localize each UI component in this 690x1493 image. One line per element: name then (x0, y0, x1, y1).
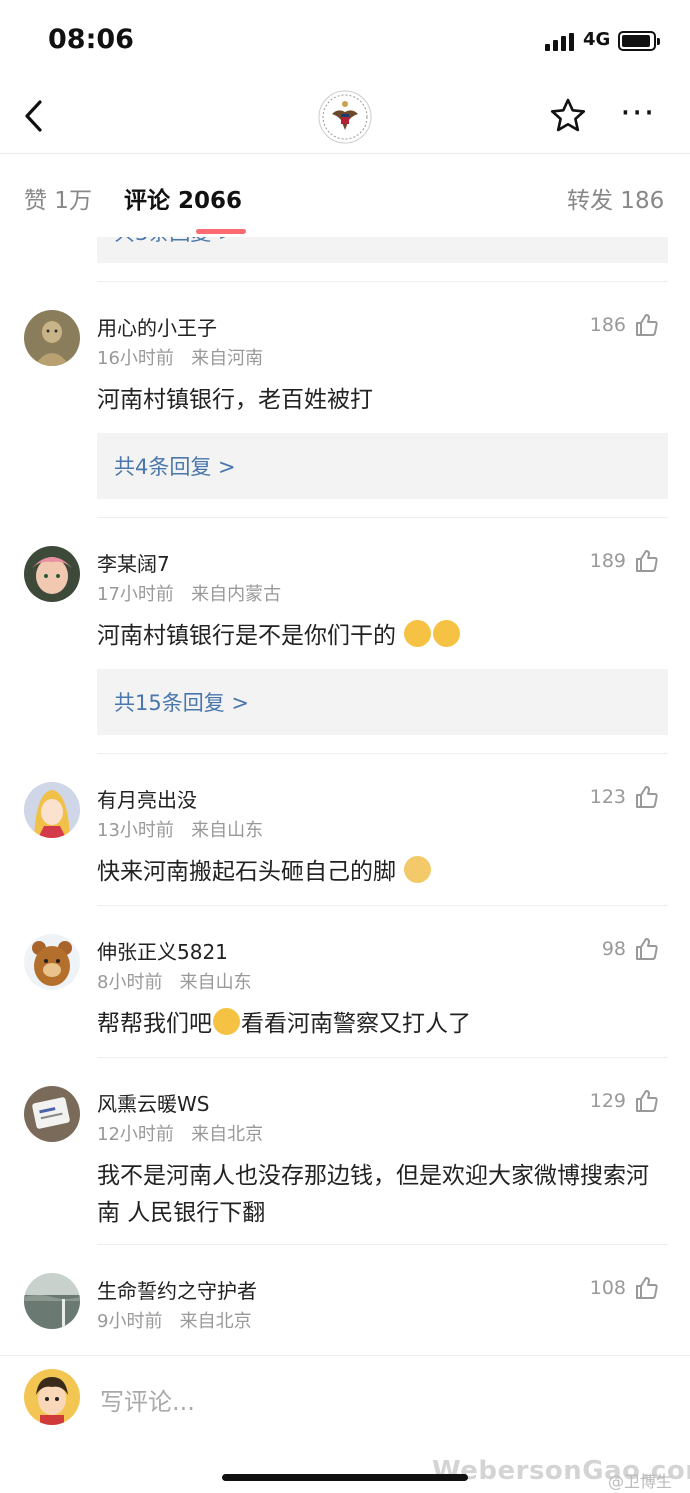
thumbs-up-icon (636, 550, 658, 572)
comment-text-content: 快来河南搬起石头砸自己的脚 (97, 859, 396, 885)
us-seal-icon[interactable] (318, 90, 372, 144)
avatar[interactable] (24, 1273, 80, 1329)
avatar[interactable] (24, 934, 80, 990)
comment-input-bar: 写评论... WebersonGao.com @卫博生 (0, 1355, 690, 1493)
reply-count[interactable]: 共4条回复 > (114, 451, 236, 481)
crying-emoji-icon (213, 1008, 240, 1035)
comment-author[interactable]: 风熏云暖WS (97, 1088, 209, 1117)
like-count: 108 (589, 1277, 626, 1299)
avatar[interactable] (24, 1086, 80, 1142)
chevron-left-icon[interactable] (18, 96, 54, 136)
status-bar: 08:06 4G (0, 0, 690, 80)
tab-bar: 赞 1万 评论 2066 转发 186 (0, 155, 690, 237)
tab-reposts[interactable]: 转发 186 (567, 181, 664, 215)
comment-meta: 17小时前 来自内蒙古 (97, 580, 281, 606)
tab-comments[interactable]: 评论 2066 (124, 181, 242, 215)
status-time: 08:06 (48, 24, 134, 55)
comment-location: 来自河南 (191, 348, 264, 369)
like-button[interactable]: 98 (602, 936, 660, 962)
comment-time: 8小时前 (97, 972, 163, 993)
thumbs-up-icon (636, 1277, 658, 1299)
top-nav-bar: ··· (0, 80, 690, 154)
thumbs-up-icon (636, 938, 658, 960)
divider (97, 281, 668, 282)
comment-text: 河南村镇银行，老百姓被打 (97, 387, 373, 413)
divider (97, 1057, 668, 1058)
crying-emoji-icon (404, 620, 432, 647)
comment-meta: 9小时前 来自北京 (97, 1307, 252, 1333)
divider (97, 517, 668, 518)
reply-link[interactable]: 共15条回复 > (97, 669, 668, 735)
reply-link[interactable]: 共4条回复 > (97, 433, 668, 499)
comment-location: 来自北京 (179, 1311, 252, 1332)
comment-author[interactable]: 有月亮出没 (97, 784, 197, 813)
comment-input[interactable]: 写评论... (100, 1382, 195, 1417)
tab-likes[interactable]: 赞 1万 (24, 181, 92, 215)
partial-reply-box[interactable]: 共3条回复 > (97, 237, 668, 263)
network-type: 4G (583, 29, 611, 50)
like-count: 123 (589, 786, 626, 808)
comment-text-content: 帮帮我们吧 (97, 1011, 212, 1037)
like-count: 129 (589, 1090, 626, 1112)
like-button[interactable]: 129 (590, 1088, 660, 1114)
comment-text: 我不是河南人也没存那边钱，但是欢迎大家微博搜索河南 人民银行下翻 (97, 1163, 649, 1226)
comment-meta: 16小时前 来自河南 (97, 344, 263, 370)
avatar[interactable] (24, 310, 80, 366)
comment-text: 河南村镇银行是不是你们干的 (97, 618, 667, 655)
comment-time: 9小时前 (97, 1311, 163, 1332)
comment-time: 16小时前 (97, 348, 174, 369)
like-button[interactable]: 186 (590, 312, 660, 338)
reply-count[interactable]: 共15条回复 > (114, 687, 249, 717)
like-count: 98 (601, 938, 626, 960)
more-dots-icon[interactable]: ··· (620, 96, 664, 134)
thumbs-up-icon (636, 314, 658, 336)
avatar[interactable] (24, 782, 80, 838)
doge-emoji-icon (404, 856, 432, 883)
star-icon[interactable] (548, 96, 588, 136)
home-indicator[interactable] (222, 1474, 468, 1481)
avatar[interactable] (24, 1369, 80, 1425)
comment-meta: 12小时前 来自北京 (97, 1120, 263, 1146)
comment-location: 来自山东 (191, 820, 264, 841)
watermark-handle: @卫博生 (608, 1472, 673, 1491)
comment-author[interactable]: 生命誓约之守护者 (97, 1275, 257, 1304)
comment-time: 17小时前 (97, 584, 174, 605)
comment-location: 来自北京 (191, 1124, 264, 1145)
weibo-comments-page: 08:06 4G ··· 赞 1万 评论 2066 转发 186 用心的小王子 … (0, 0, 690, 1493)
comment-text: 帮帮我们吧 看看河南警察又打人了 (97, 1006, 667, 1043)
comment-text-content: 看看河南警察又打人了 (241, 1011, 471, 1037)
thumbs-up-icon (636, 786, 658, 808)
comment-text: 快来河南搬起石头砸自己的脚 (97, 854, 667, 891)
like-button[interactable]: 189 (590, 548, 660, 574)
comment-text-content: 河南村镇银行是不是你们干的 (97, 623, 396, 649)
crying-emoji-icon (433, 620, 461, 647)
comment-meta: 13小时前 来自山东 (97, 816, 263, 842)
signal-icon (545, 33, 575, 51)
comment-location: 来自山东 (179, 972, 252, 993)
comment-location: 来自内蒙古 (191, 584, 282, 605)
comment-author[interactable]: 用心的小王子 (97, 312, 217, 341)
comment-author[interactable]: 李某阔7 (97, 548, 170, 577)
comment-author[interactable]: 伸张正义5821 (97, 936, 228, 965)
comment-time: 12小时前 (97, 1124, 174, 1145)
like-button[interactable]: 123 (590, 784, 660, 810)
avatar[interactable] (24, 546, 80, 602)
like-count: 186 (589, 314, 626, 336)
battery-icon (618, 31, 660, 51)
comment-time: 13小时前 (97, 820, 174, 841)
divider (97, 1244, 668, 1245)
comment-list[interactable]: 共3条回复 > 用心的小王子 16小时前 来自河南 186 河南村镇银行，老百姓… (0, 237, 690, 1355)
like-button[interactable]: 108 (590, 1275, 660, 1301)
divider (97, 905, 668, 906)
comment-meta: 8小时前 来自山东 (97, 968, 252, 994)
active-tab-indicator (196, 229, 246, 234)
divider (97, 753, 668, 754)
like-count: 189 (589, 550, 626, 572)
thumbs-up-icon (636, 1090, 658, 1112)
